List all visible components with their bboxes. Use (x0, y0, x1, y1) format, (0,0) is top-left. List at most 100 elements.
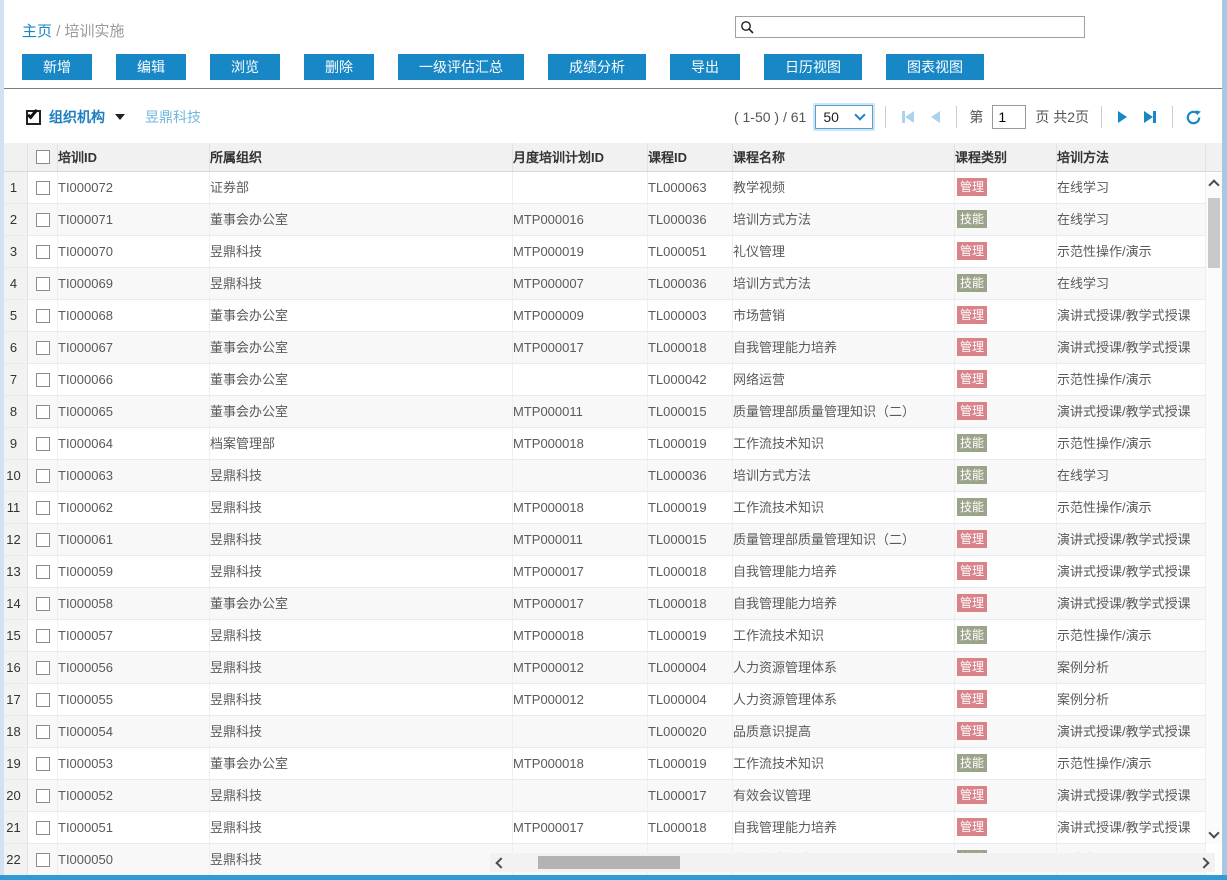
level1-eval-summary-button[interactable]: 一级评估汇总 (398, 54, 524, 80)
table-row[interactable]: 20TI000052昱鼎科技TL000017有效会议管理管理演讲式授课/教学式授… (0, 780, 1206, 812)
prev-page-button[interactable] (927, 111, 944, 123)
scroll-right-button[interactable] (1197, 853, 1215, 872)
row-checkbox[interactable] (36, 341, 50, 355)
select-all-checkbox[interactable] (36, 150, 50, 164)
cell-monthly-plan-id: MTP000018 (513, 748, 648, 779)
row-checkbox[interactable] (36, 533, 50, 547)
row-checkbox[interactable] (36, 437, 50, 451)
cell-training-id: TI000058 (58, 588, 210, 619)
scroll-down-button[interactable] (1206, 826, 1222, 844)
header-course-category[interactable]: 课程类别 (955, 143, 1057, 171)
table-row[interactable]: 2TI000071董事会办公室MTP000016TL000036培训方式方法技能… (0, 204, 1206, 236)
first-page-button[interactable] (898, 111, 918, 123)
table-row[interactable]: 13TI000059昱鼎科技MTP000017TL000018自我管理能力培养管… (0, 556, 1206, 588)
table-row[interactable]: 1TI000072证券部TL000063教学视频管理在线学习 (0, 172, 1206, 204)
row-checkbox[interactable] (36, 693, 50, 707)
next-page-button[interactable] (1114, 111, 1131, 123)
chevron-down-icon[interactable] (115, 114, 125, 120)
cell-course-category: 技能 (955, 204, 1057, 235)
table-row[interactable]: 7TI000066董事会办公室TL000042网络运营管理示范性操作/演示 (0, 364, 1206, 396)
category-badge: 管理 (957, 178, 987, 196)
delete-button[interactable]: 删除 (304, 54, 374, 80)
row-checkbox[interactable] (36, 501, 50, 515)
new-button[interactable]: 新增 (22, 54, 92, 80)
table-row[interactable]: 5TI000068董事会办公室MTP000009TL000003市场营销管理演讲… (0, 300, 1206, 332)
view-button[interactable]: 浏览 (210, 54, 280, 80)
table-row[interactable]: 14TI000058董事会办公室MTP000017TL000018自我管理能力培… (0, 588, 1206, 620)
row-checkbox[interactable] (36, 821, 50, 835)
table-row[interactable]: 11TI000062昱鼎科技MTP000018TL000019工作流技术知识技能… (0, 492, 1206, 524)
table-row[interactable]: 17TI000055昱鼎科技MTP000012TL000004人力资源管理体系管… (0, 684, 1206, 716)
row-checkbox[interactable] (36, 277, 50, 291)
table-row[interactable]: 16TI000056昱鼎科技MTP000012TL000004人力资源管理体系管… (0, 652, 1206, 684)
row-checkbox[interactable] (36, 789, 50, 803)
calendar-view-button[interactable]: 日历视图 (764, 54, 862, 80)
last-page-button[interactable] (1140, 111, 1160, 123)
row-checkbox-cell (28, 524, 58, 555)
row-checkbox[interactable] (36, 565, 50, 579)
cell-course-id: TL000051 (648, 236, 733, 267)
category-badge: 管理 (957, 658, 987, 676)
vertical-scroll-thumb[interactable] (1208, 198, 1220, 268)
cell-course-name: 礼仪管理 (733, 236, 955, 267)
search-input[interactable] (758, 18, 1084, 36)
row-checkbox[interactable] (36, 373, 50, 387)
org-filter-checkbox[interactable] (26, 110, 41, 125)
header-monthly-plan-id[interactable]: 月度培训计划ID (513, 143, 648, 171)
header-training-id[interactable]: 培训ID (58, 143, 210, 171)
category-badge: 管理 (957, 338, 987, 356)
row-checkbox[interactable] (36, 213, 50, 227)
vertical-scrollbar[interactable] (1206, 174, 1222, 844)
row-checkbox[interactable] (36, 661, 50, 675)
cell-course-category: 管理 (955, 812, 1057, 843)
horizontal-scroll-thumb[interactable] (538, 856, 680, 869)
export-button[interactable]: 导出 (670, 54, 740, 80)
cell-course-category: 管理 (955, 652, 1057, 683)
row-checkbox[interactable] (36, 757, 50, 771)
row-checkbox[interactable] (36, 597, 50, 611)
breadcrumb-home-link[interactable]: 主页 (22, 23, 52, 40)
refresh-button[interactable] (1185, 109, 1202, 126)
page-label-prefix: 第 (969, 107, 983, 127)
table-row[interactable]: 19TI000053董事会办公室MTP000018TL000019工作流技术知识… (0, 748, 1206, 780)
table-row[interactable]: 10TI000063昱鼎科技TL000036培训方式方法技能在线学习 (0, 460, 1206, 492)
current-page-input[interactable] (992, 105, 1026, 129)
table-row[interactable]: 21TI000051昱鼎科技MTP000017TL000018自我管理能力培养管… (0, 812, 1206, 844)
table-row[interactable]: 4TI000069昱鼎科技MTP000007TL000036培训方式方法技能在线… (0, 268, 1206, 300)
table-row[interactable]: 3TI000070昱鼎科技MTP000019TL000051礼仪管理管理示范性操… (0, 236, 1206, 268)
row-checkbox[interactable] (36, 853, 50, 867)
table-row[interactable]: 8TI000065董事会办公室MTP000011TL000015质量管理部质量管… (0, 396, 1206, 428)
cell-course-category: 管理 (955, 396, 1057, 427)
cell-course-name: 自我管理能力培养 (733, 332, 955, 363)
header-course-id[interactable]: 课程ID (648, 143, 733, 171)
chart-view-button[interactable]: 图表视图 (886, 54, 984, 80)
row-checkbox[interactable] (36, 469, 50, 483)
table-row[interactable]: 12TI000061昱鼎科技MTP000011TL000015质量管理部质量管理… (0, 524, 1206, 556)
header-training-method[interactable]: 培训方法 (1057, 143, 1206, 171)
edit-button[interactable]: 编辑 (116, 54, 186, 80)
header-org[interactable]: 所属组织 (210, 143, 513, 171)
row-number: 19 (0, 748, 28, 779)
table-row[interactable]: 6TI000067董事会办公室MTP000017TL000018自我管理能力培养… (0, 332, 1206, 364)
table-row[interactable]: 18TI000054昱鼎科技TL000020品质意识提高管理演讲式授课/教学式授… (0, 716, 1206, 748)
score-analysis-button[interactable]: 成绩分析 (548, 54, 646, 80)
cell-monthly-plan-id: MTP000009 (513, 300, 648, 331)
row-checkbox[interactable] (36, 181, 50, 195)
row-checkbox[interactable] (36, 245, 50, 259)
table-row[interactable]: 15TI000057昱鼎科技MTP000018TL000019工作流技术知识技能… (0, 620, 1206, 652)
scroll-up-button[interactable] (1206, 174, 1222, 192)
cell-training-id: TI000054 (58, 716, 210, 747)
row-number: 7 (0, 364, 28, 395)
search-box[interactable] (735, 16, 1085, 38)
org-filter-label[interactable]: 组织机构 (49, 107, 105, 127)
row-checkbox[interactable] (36, 629, 50, 643)
table-row[interactable]: 9TI000064档案管理部MTP000018TL000019工作流技术知识技能… (0, 428, 1206, 460)
org-filter-value[interactable]: 昱鼎科技 (145, 107, 201, 127)
page-size-select[interactable]: 50 (815, 105, 873, 129)
header-course-name[interactable]: 课程名称 (733, 143, 955, 171)
row-checkbox[interactable] (36, 405, 50, 419)
horizontal-scrollbar[interactable] (490, 853, 1215, 872)
row-checkbox[interactable] (36, 309, 50, 323)
scroll-left-button[interactable] (490, 853, 508, 872)
row-checkbox[interactable] (36, 725, 50, 739)
